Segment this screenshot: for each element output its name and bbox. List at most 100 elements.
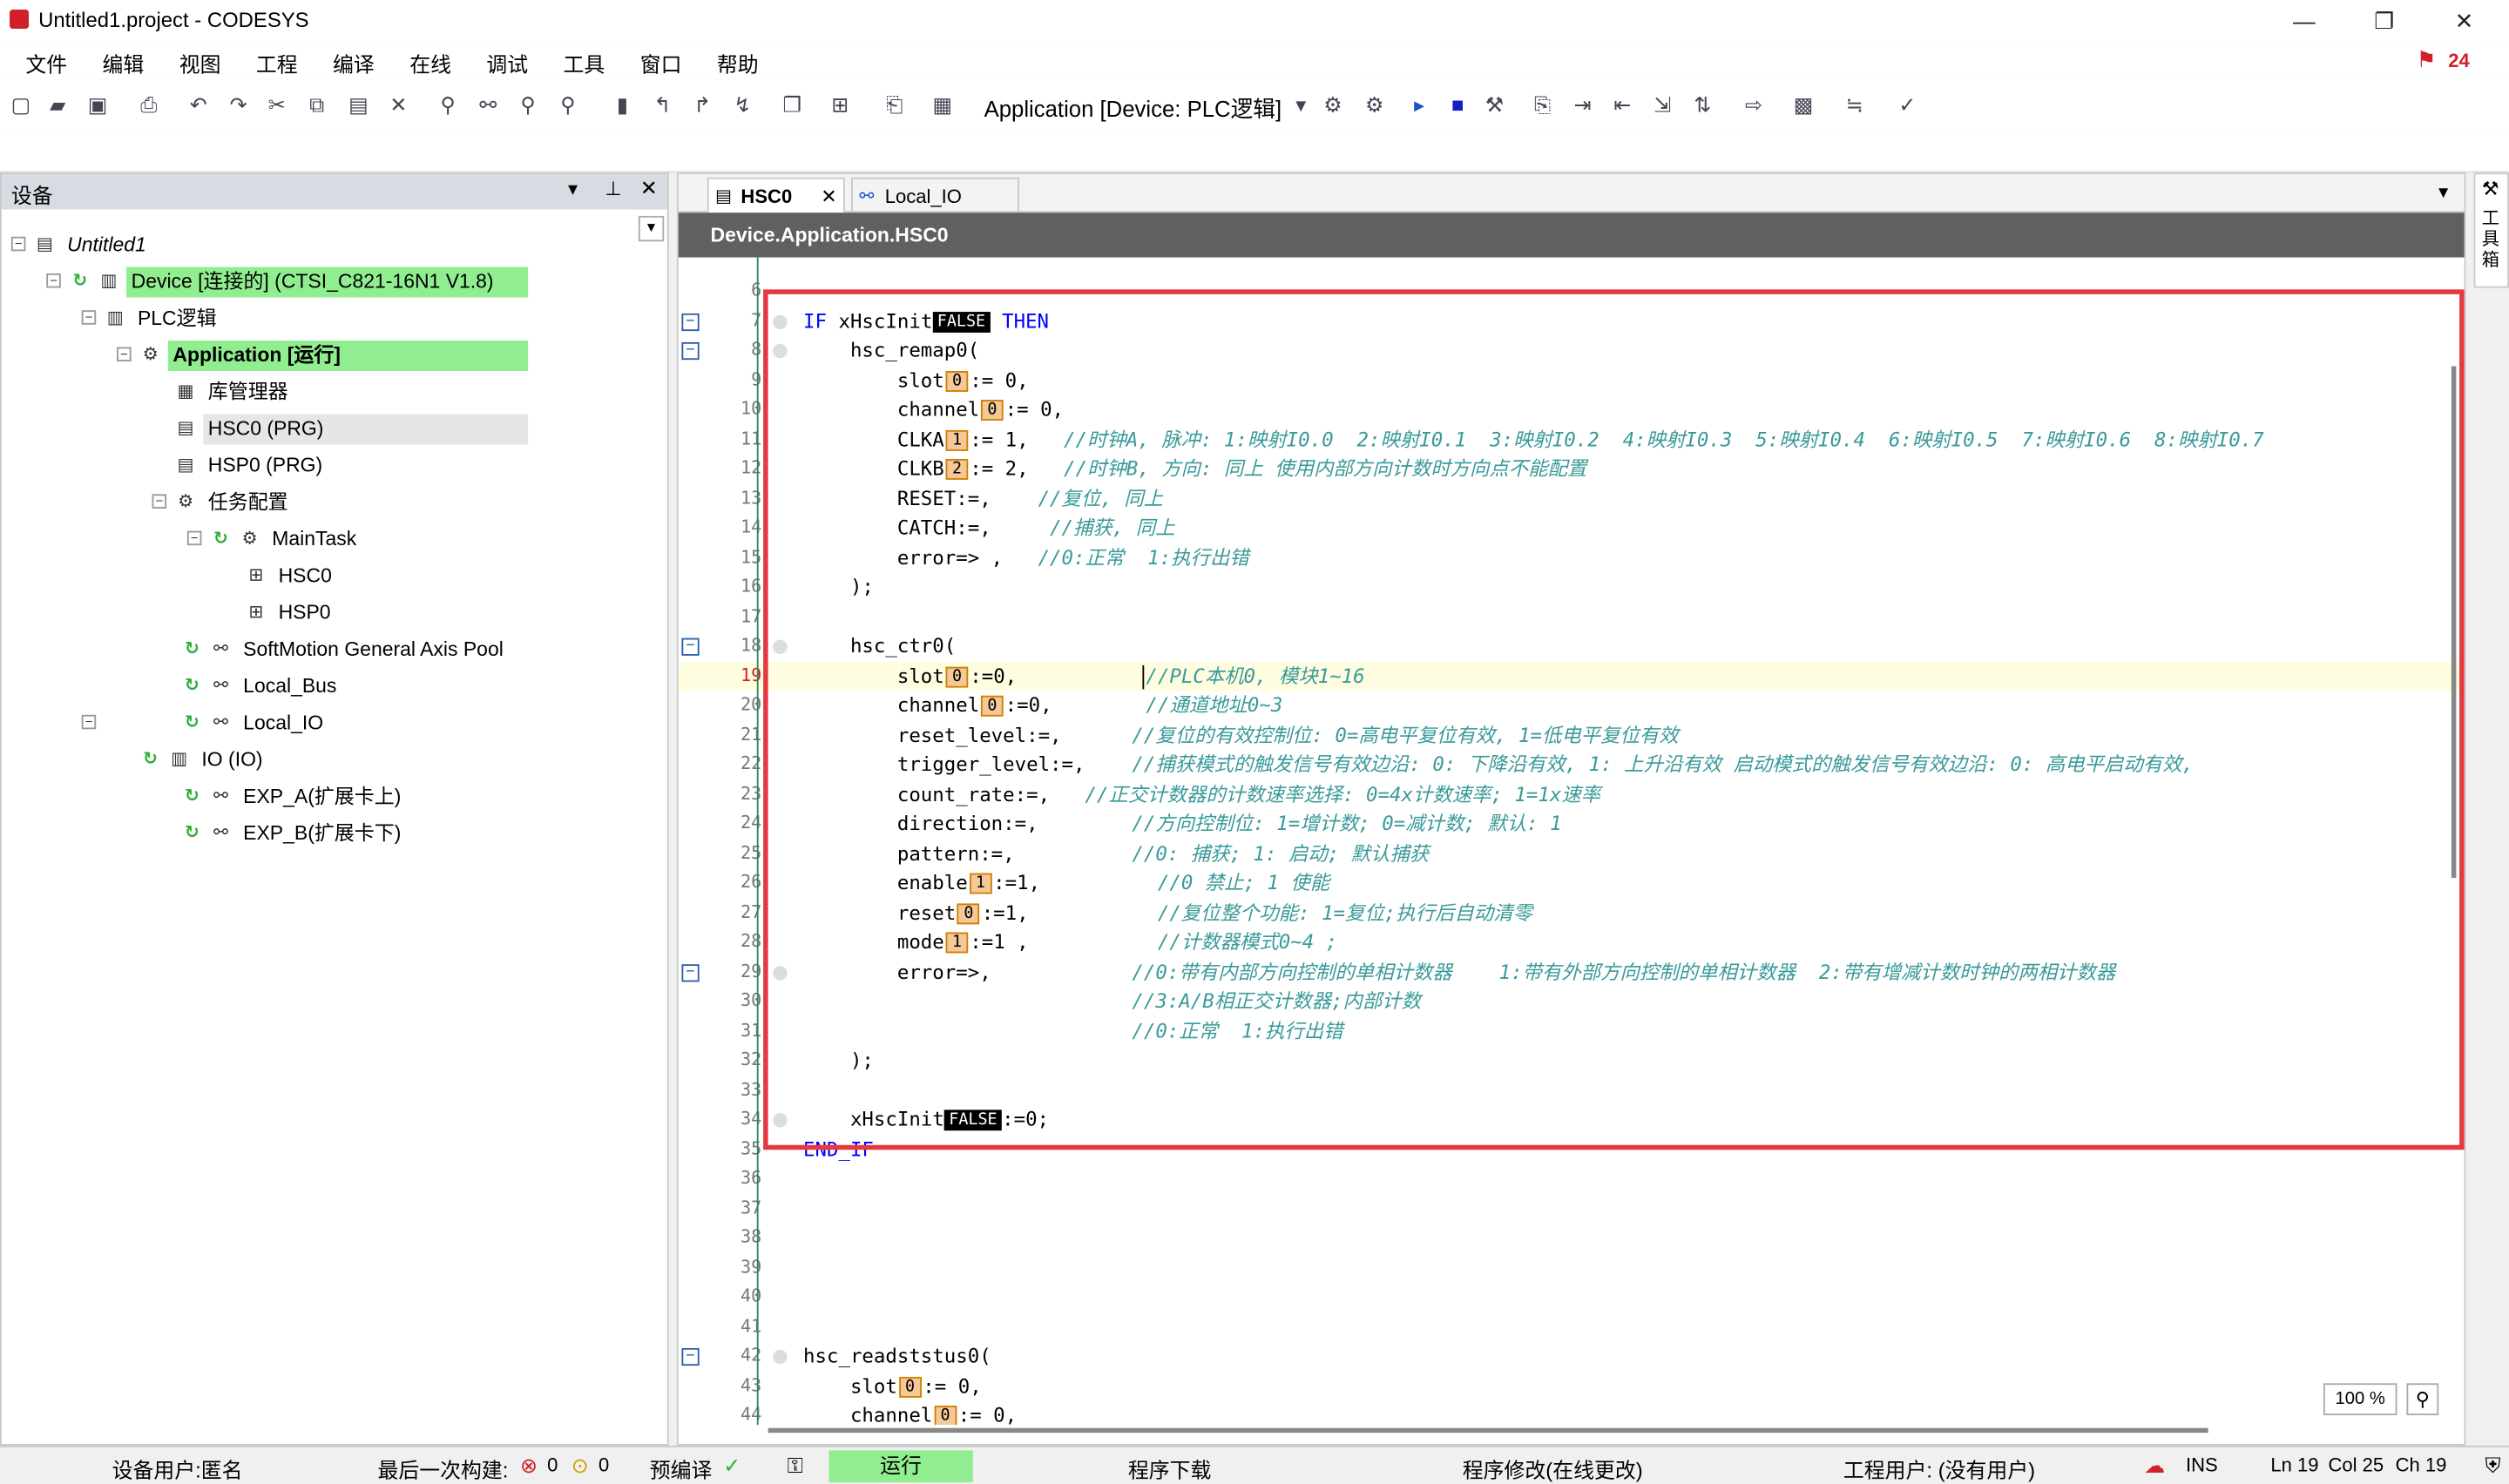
collapse-icon[interactable]: − [186,530,202,546]
cut-icon[interactable]: ✂ [262,91,291,120]
logout-icon[interactable]: ⚙ [1360,91,1389,120]
fold-icon[interactable]: − [681,963,700,981]
code-line[interactable]: 37 [679,1194,2465,1224]
fold-icon[interactable]: − [681,312,700,331]
close-button[interactable]: ✕ [2448,5,2480,37]
tree-item[interactable]: ↻ ⚯ EXP_A(扩展卡上) [2,782,667,811]
copy-icon[interactable]: ⧉ [302,91,331,120]
fold-icon[interactable]: − [681,341,700,361]
window-icon[interactable]: ❐ [778,91,807,120]
tabs-dropdown-icon[interactable]: ▾ [2438,180,2448,203]
notification-flag-icon[interactable]: ⚑ [2416,46,2436,73]
menu-help[interactable]: 帮助 [717,48,759,78]
find-next-icon[interactable]: ⚲ [554,91,583,120]
breakpoint-marker-icon[interactable] [773,1349,788,1365]
horizontal-scrollbar[interactable] [768,1427,2208,1433]
tree-item[interactable]: ⊞ HSC0 [2,562,667,590]
tree-item[interactable]: − ↻ ▥ Device [连接的] (CTSI_C821-16N1 V1.8) [2,266,667,298]
menu-online[interactable]: 在线 [409,48,451,78]
code-line[interactable]: 40 [679,1283,2465,1312]
tab-local-io[interactable]: ⚯ Local_IO [851,177,1020,213]
tree-item[interactable]: − ↻ ⚯ Local_IO [2,708,667,737]
collapse-icon[interactable]: − [81,310,97,325]
fold-icon[interactable]: − [681,1347,700,1366]
bookmark-clear-icon[interactable]: ↯ [728,91,757,120]
menu-edit[interactable]: 编辑 [103,48,145,78]
code-line[interactable]: 44 channel 0:= 0, [679,1401,2465,1426]
code-line[interactable]: 41 [679,1312,2465,1342]
properties-icon[interactable]: ⎗ [880,91,909,120]
code-line[interactable]: 36 [679,1164,2465,1194]
replace-icon[interactable]: ⚯ [474,91,503,120]
zoom-level[interactable]: 100 % [2323,1383,2397,1416]
tree-item[interactable]: − ↻ ⚙ MainTask [2,524,667,553]
fold-icon[interactable]: − [681,637,700,656]
start-icon[interactable]: ▸ [1405,91,1434,120]
pin-icon[interactable]: ⊥ [605,178,621,200]
tree-item[interactable]: ⊞ HSP0 [2,598,667,627]
login-icon[interactable]: ⚙ [1318,91,1347,120]
code-line[interactable]: 39 [679,1253,2465,1283]
toolbox-side-panel[interactable]: ⚒ 工具箱 [2473,172,2509,288]
find-icon[interactable]: ⚲ [434,91,463,120]
bookmark-prev-icon[interactable]: ↰ [648,91,677,120]
zoom-icon[interactable]: ⚲ [2406,1383,2439,1416]
menu-file[interactable]: 文件 [25,48,67,78]
tree-item[interactable]: ↻ ⚯ EXP_B(扩展卡下) [2,819,667,847]
tab-hsc0[interactable]: ▤ HSC0 ✕ [707,177,845,214]
menu-tools[interactable]: 工具 [564,48,605,78]
tree-item[interactable]: − ▥ PLC逻辑 [2,304,667,333]
breakpoint-icon[interactable]: ⎘ [1528,91,1557,120]
bookmark-next-icon[interactable]: ↱ [688,91,717,120]
precompile-label[interactable]: 预编译 [650,1454,713,1484]
close-tab-icon[interactable]: ✕ [821,179,836,214]
step-out-icon[interactable]: ⇲ [1648,91,1677,120]
stop-icon[interactable]: ■ [1444,91,1472,120]
reset-icon[interactable]: ⚒ [1480,91,1509,120]
bookmark-icon[interactable]: ▮ [608,91,637,120]
force-values-icon[interactable]: ▩ [1789,91,1817,120]
collapse-icon[interactable]: − [46,273,61,288]
menu-build[interactable]: 编译 [333,48,375,78]
active-application-selector[interactable]: Application [Device: PLC逻辑] [984,93,1282,125]
tree-item[interactable]: − ⚙ Application [运行] [2,341,667,372]
collapse-icon[interactable]: − [81,714,97,730]
add-object-icon[interactable]: ⊞ [826,91,855,120]
find-replace-icon[interactable]: ⚲ [514,91,543,120]
unforce-icon[interactable]: ≒ [1840,91,1869,120]
collapse-icon[interactable]: − [117,347,132,361]
panel-menu-icon[interactable]: ▾ [568,178,578,200]
check-icon[interactable]: ✓ [1893,91,1922,120]
paste-icon[interactable]: ▤ [344,91,373,120]
minimize-button[interactable]: — [2289,5,2321,37]
chevron-down-icon[interactable]: ▾ [1287,91,1315,120]
menu-project[interactable]: 工程 [256,48,298,78]
build-icon[interactable]: ▦ [928,91,957,120]
tree-item[interactable]: ▤ HSP0 (PRG) [2,451,667,480]
tree-item[interactable]: ↻ ▥ IO (IO) [2,745,667,774]
lock-icon[interactable]: ⚿ [788,1454,803,1479]
tree-item[interactable]: ↻ ⚯ SoftMotion General Axis Pool [2,635,667,664]
print-icon[interactable]: ⎙ [134,91,163,120]
code-line[interactable]: − 42 hsc_readststus0( [679,1342,2465,1372]
tree-item[interactable]: ▦ 库管理器 [2,377,667,406]
undo-icon[interactable]: ↶ [184,91,213,120]
vertical-scrollbar[interactable] [2451,366,2457,879]
code-line[interactable]: 43 slot 0:= 0, [679,1372,2465,1401]
tree-item[interactable]: − ⚙ 任务配置 [2,488,667,516]
collapse-icon[interactable]: − [152,494,167,509]
close-panel-icon[interactable]: ✕ [640,176,658,201]
open-folder-icon[interactable]: ▰ [44,91,72,120]
write-values-icon[interactable]: ⇨ [1740,91,1768,120]
save-icon[interactable]: ▣ [84,91,112,120]
delete-icon[interactable]: ✕ [384,91,413,120]
menu-window[interactable]: 窗口 [640,48,682,78]
tree-item[interactable]: ▤ HSC0 (PRG) [2,414,667,445]
run-to-cursor-icon[interactable]: ⇅ [1688,91,1717,120]
step-over-icon[interactable]: ⇥ [1568,91,1597,120]
code-line[interactable]: 38 [679,1224,2465,1253]
step-into-icon[interactable]: ⇤ [1608,91,1637,120]
tree-item[interactable]: ↻ ⚯ Local_Bus [2,671,667,700]
collapse-icon[interactable]: − [10,236,26,252]
redo-icon[interactable]: ↷ [224,91,253,120]
